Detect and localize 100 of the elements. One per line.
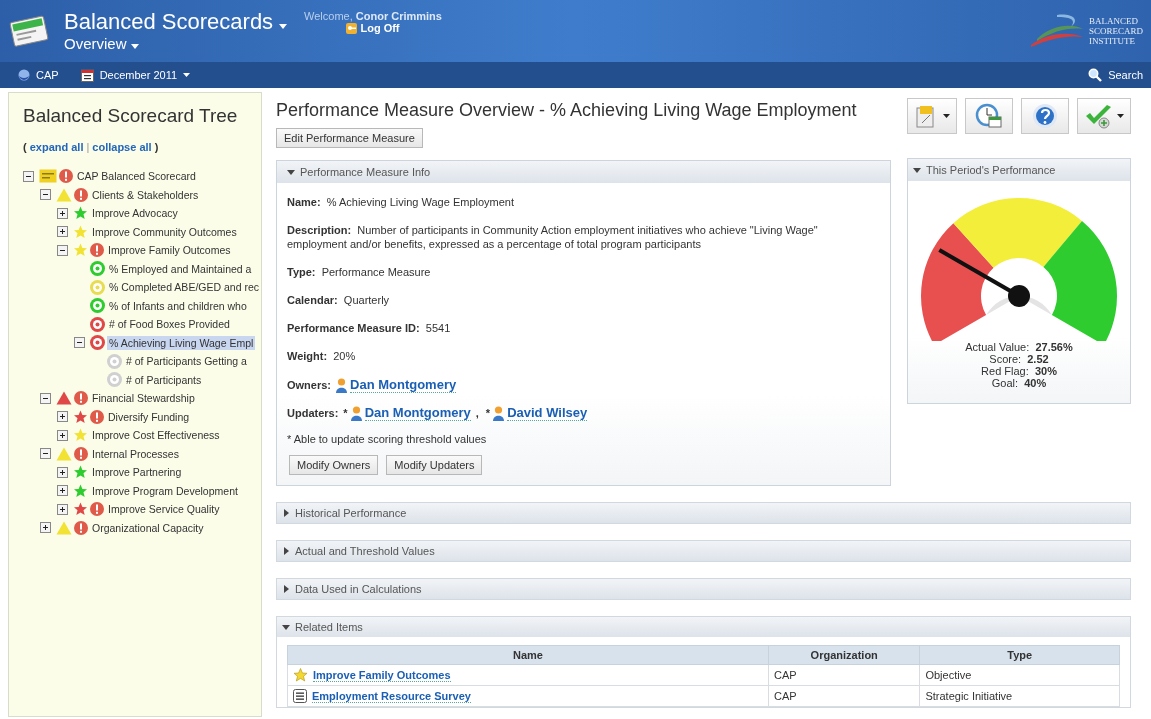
- field-text: Weight: 20%: [287, 349, 357, 363]
- expand-toggle-icon[interactable]: [57, 503, 68, 515]
- checkmark-add-icon: [1084, 103, 1114, 129]
- collapse-all-link[interactable]: collapse all: [92, 141, 152, 153]
- person-link[interactable]: Dan Montgomery: [364, 405, 471, 421]
- modify-button[interactable]: Modify Updaters: [386, 455, 483, 475]
- stat-line: Red Flag: 30%: [980, 365, 1058, 377]
- user-name: Conor Crimmins: [355, 10, 442, 22]
- list-icon: [293, 689, 307, 703]
- tree-item[interactable]: Improve Family Outcomes: [106, 243, 233, 258]
- panel-header[interactable]: Data Used in Calculations: [277, 579, 1130, 599]
- page-title: Performance Measure Overview - % Achieving Living Wage Employment: [276, 99, 857, 122]
- person-icon: [350, 405, 362, 421]
- tree-item[interactable]: Clients & Stakeholders: [90, 187, 201, 202]
- collapse-toggle-icon[interactable]: [23, 170, 34, 182]
- field-text: Description: Number of participants in Community Action employment initiatives who achieve "Living Wage" employment and/or benefits, expressed as a percentage of total program participants: [287, 223, 819, 251]
- field-text: Performance Measure ID: 5541: [287, 321, 452, 335]
- expand-toggle-icon[interactable]: [57, 411, 68, 423]
- table-cell: CAP: [768, 685, 920, 707]
- tree-item[interactable]: Financial Stewardship: [90, 391, 197, 406]
- toolbar-button[interactable]: [1021, 98, 1069, 134]
- tree-item[interactable]: % Completed ABE/GED and rec: [107, 280, 261, 295]
- person-link[interactable]: Dan Montgomery: [350, 377, 457, 393]
- welcome-text: Welcome,: [304, 10, 353, 22]
- collapse-toggle-icon[interactable]: [40, 392, 51, 404]
- caret-icon: [943, 114, 950, 118]
- expand-toggle-icon[interactable]: [57, 207, 68, 219]
- app-title[interactable]: Balanced Scorecards: [64, 10, 288, 34]
- tree-item[interactable]: # of Participants Getting a: [124, 354, 249, 369]
- tree-item[interactable]: Internal Processes: [90, 446, 181, 461]
- parenthesis: ): [154, 141, 159, 153]
- collapse-arrow-icon: [913, 166, 921, 174]
- tree-item[interactable]: Improve Service Quality: [106, 502, 222, 517]
- tree-item[interactable]: # of Participants: [124, 372, 204, 387]
- tree-item[interactable]: Improve Cost Effectiveness: [90, 428, 222, 443]
- collapse-toggle-icon[interactable]: [74, 337, 85, 349]
- asterisk: *: [485, 407, 491, 419]
- expand-arrow-icon: [282, 547, 290, 555]
- tree-item[interactable]: Improve Program Development: [90, 483, 240, 498]
- collapse-toggle-icon[interactable]: [40, 448, 51, 460]
- field-label: Owners:: [287, 379, 331, 391]
- field-text: Type: Performance Measure: [287, 265, 432, 279]
- tree-item[interactable]: % Employed and Maintained a: [107, 261, 254, 276]
- toolbar-button[interactable]: [965, 98, 1013, 134]
- tree-item[interactable]: % Achieving Living Wage Empl: [107, 335, 256, 350]
- collapse-toggle-icon[interactable]: [57, 244, 68, 256]
- panel-header[interactable]: Historical Performance: [277, 503, 1130, 523]
- globe-icon: [18, 69, 30, 81]
- item-link[interactable]: Improve Family Outcomes: [313, 668, 451, 682]
- tree-item[interactable]: # of Food Boxes Provided: [107, 317, 232, 332]
- tree-item[interactable]: % of Infants and children who: [107, 298, 249, 313]
- expand-arrow-icon: [282, 509, 290, 517]
- view-dropdown[interactable]: Overview: [64, 35, 288, 52]
- expand-toggle-icon[interactable]: [57, 466, 68, 478]
- expand-toggle-icon[interactable]: [40, 522, 51, 534]
- caret-icon: [279, 24, 288, 29]
- parenthesis: (: [23, 141, 27, 153]
- tree-item[interactable]: Improve Partnering: [90, 465, 184, 480]
- panel-header[interactable]: Actual and Threshold Values: [277, 541, 1130, 561]
- expand-all-link[interactable]: expand all: [29, 141, 84, 153]
- field-text: Name: % Achieving Living Wage Employment: [287, 195, 516, 209]
- expand-toggle-icon[interactable]: [57, 226, 68, 238]
- tree-item[interactable]: Improve Community Outcomes: [90, 224, 239, 239]
- edit-button[interactable]: Edit Performance Measure: [276, 128, 423, 148]
- footnote: * Able to update scoring threshold values: [287, 433, 488, 445]
- tree-item[interactable]: Improve Advocacy: [90, 206, 180, 221]
- organization-selector[interactable]: CAP: [18, 69, 59, 81]
- clock-calendar-icon: [975, 103, 1003, 129]
- column-header: Organization: [768, 645, 920, 665]
- tree-item[interactable]: Diversify Funding: [106, 409, 192, 424]
- expand-arrow-icon: [282, 585, 290, 593]
- institute-logo-text: BALANCED SCORECARD INSTITUTE: [1089, 16, 1143, 46]
- panel-header[interactable]: Performance Measure Info: [277, 161, 890, 183]
- log-off-link[interactable]: Log Off: [346, 22, 400, 34]
- star-icon: [293, 668, 308, 682]
- tree-item[interactable]: CAP Balanced Scorecard: [75, 169, 198, 184]
- stat-line: Goal: 40%: [990, 377, 1048, 389]
- table-cell: Objective: [919, 664, 1120, 686]
- link-separator: |: [86, 141, 90, 153]
- expand-toggle-icon[interactable]: [57, 485, 68, 497]
- modify-button[interactable]: Modify Owners: [289, 455, 379, 475]
- collapse-arrow-icon: [287, 168, 295, 176]
- person-icon: [493, 405, 505, 421]
- expand-toggle-icon[interactable]: [57, 429, 68, 441]
- caret-icon: [130, 44, 139, 49]
- stat-line: Score: 2.52: [988, 353, 1050, 365]
- panel-header[interactable]: This Period's Performance: [908, 159, 1130, 181]
- panel-title: Balanced Scorecard Tree: [23, 105, 239, 127]
- tree-item[interactable]: Organizational Capacity: [90, 520, 206, 535]
- panel-header[interactable]: Related Items: [277, 617, 1130, 637]
- person-link[interactable]: David Wilsey: [507, 405, 588, 421]
- search-link[interactable]: Search: [1088, 68, 1143, 82]
- toolbar-button[interactable]: [1077, 98, 1131, 134]
- calendar-icon: [80, 68, 94, 82]
- help-icon: [1032, 103, 1058, 129]
- field-text: Calendar: Quarterly: [287, 293, 391, 307]
- period-selector[interactable]: December 2011: [80, 68, 191, 82]
- key-icon: [346, 22, 358, 34]
- search-icon: [1088, 68, 1103, 82]
- collapse-toggle-icon[interactable]: [40, 189, 51, 201]
